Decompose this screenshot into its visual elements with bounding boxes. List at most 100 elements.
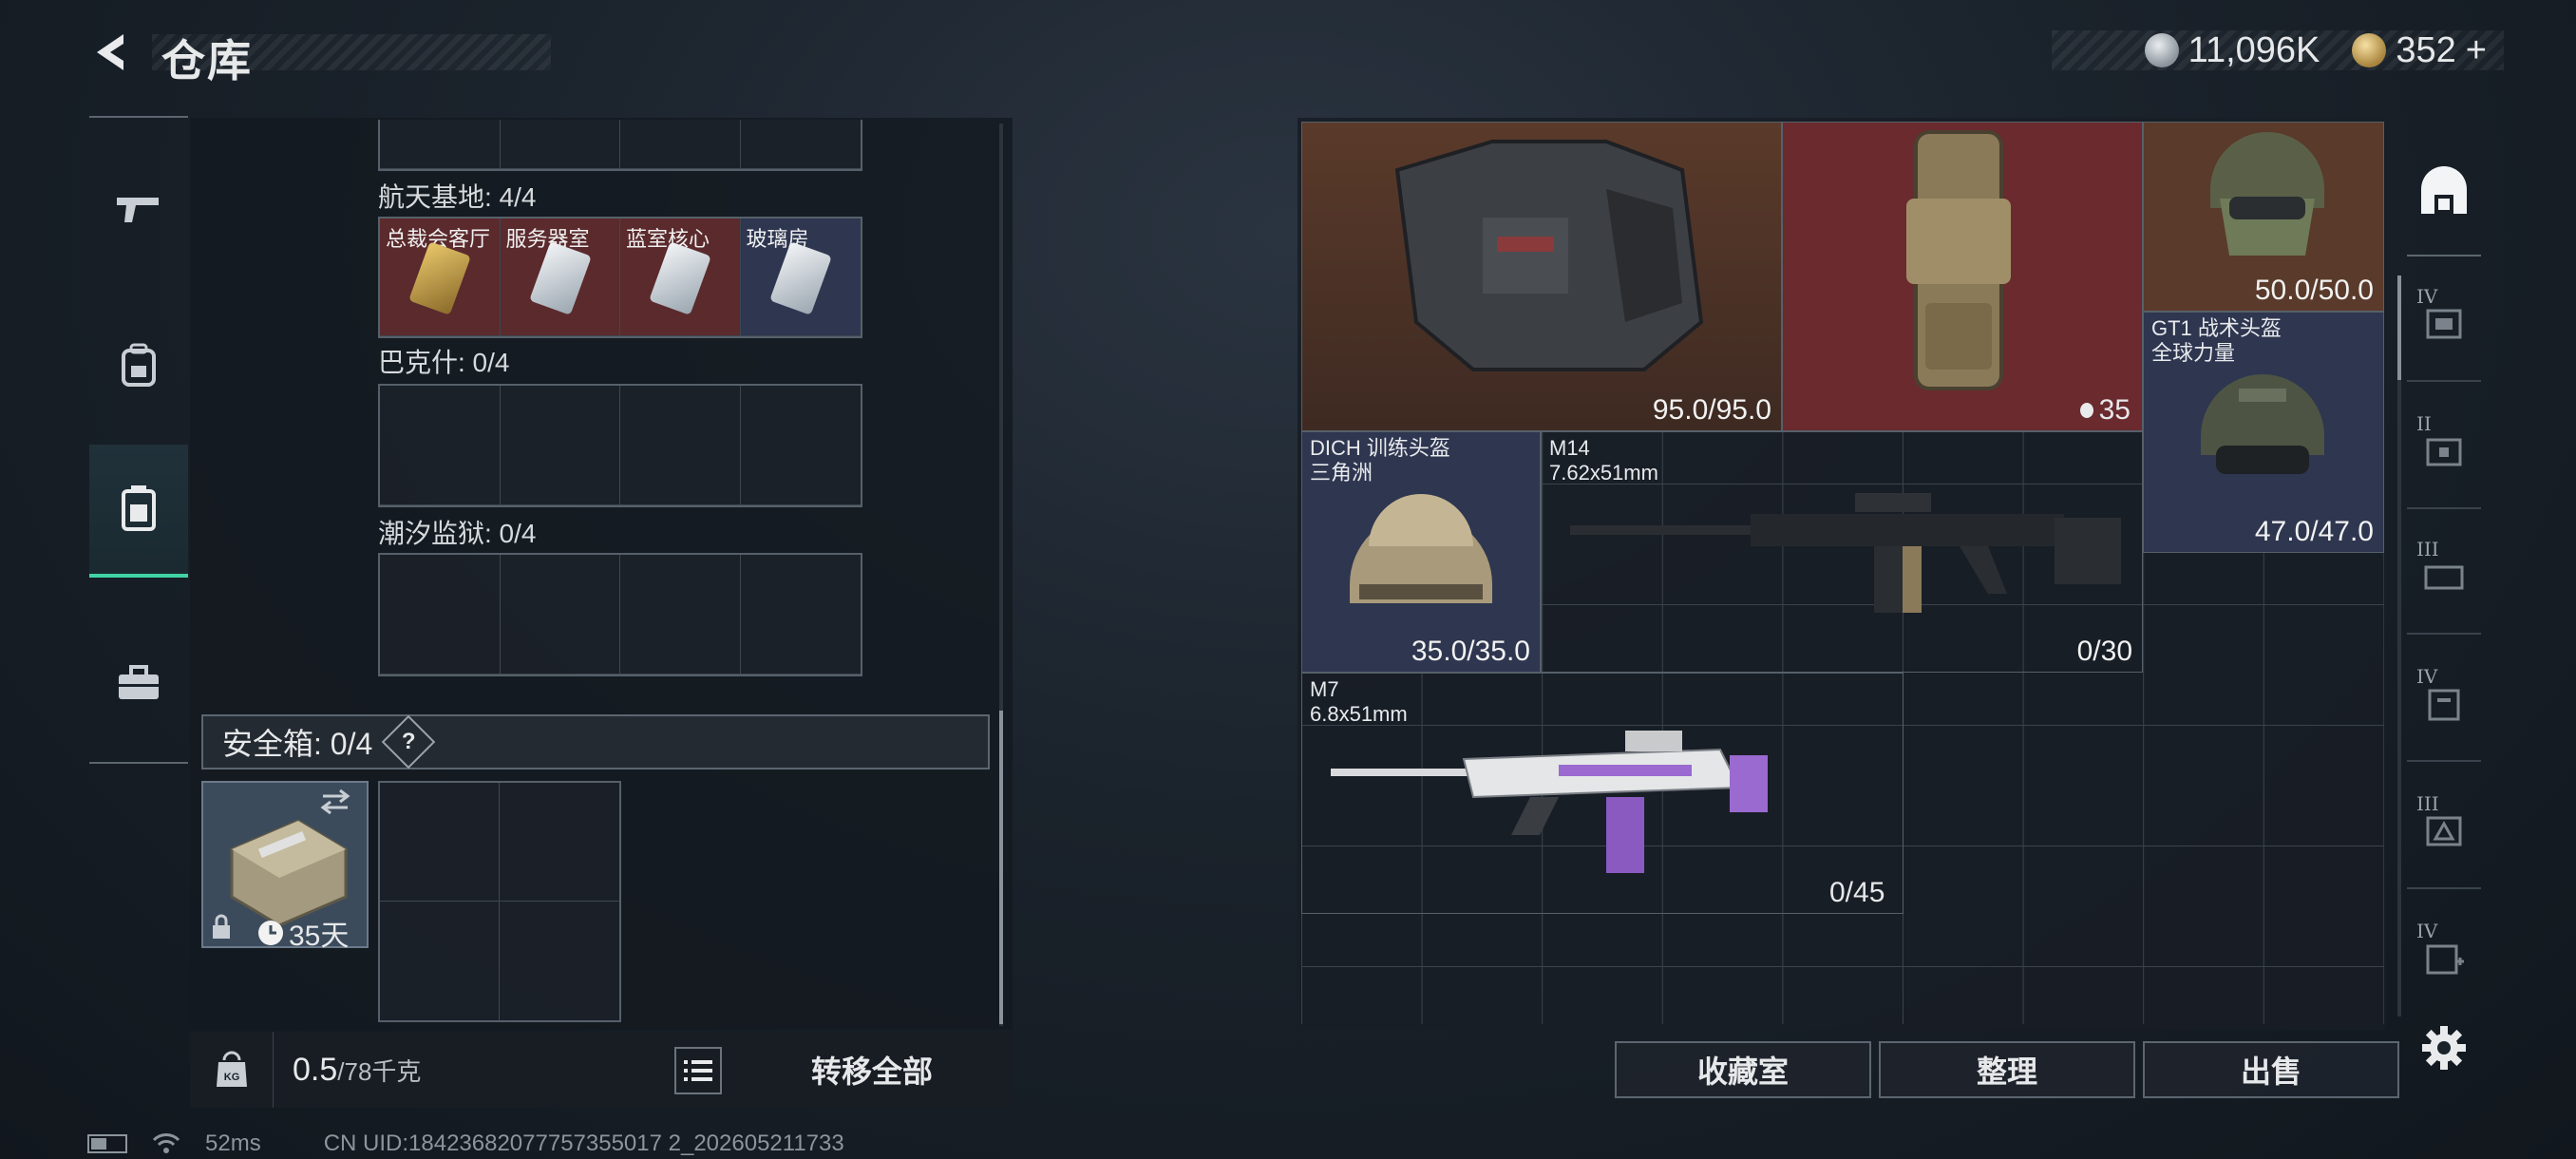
- helmet-item[interactable]: 50.0/50.0: [2143, 122, 2384, 312]
- tab-weapons[interactable]: [89, 158, 188, 262]
- rental-timer: 35天: [256, 912, 349, 954]
- collection-room-button[interactable]: 收藏室: [1615, 1041, 1871, 1098]
- weapon-icon: [117, 198, 159, 222]
- m7-rifle-item[interactable]: M7 6.8x51mm 0/45: [1301, 673, 1904, 914]
- help-button[interactable]: ?: [381, 714, 436, 770]
- secure-box-label: 安全箱: 0/4: [222, 727, 373, 761]
- helmet-icon: [2210, 132, 2324, 256]
- gear-slot-icon: [2426, 944, 2464, 975]
- transfer-all-button[interactable]: 转移全部: [737, 1039, 1007, 1100]
- keycard-slot[interactable]: 蓝室核心: [620, 218, 741, 336]
- stash-scrollbar-thumb[interactable]: [999, 711, 1003, 1024]
- stash-footer: KG 0.5/78千克 转移全部: [190, 1032, 1013, 1108]
- rifle-icon: [1331, 731, 1768, 873]
- tab-slot-5[interactable]: III: [2407, 775, 2481, 889]
- empty-slot[interactable]: [380, 902, 500, 1020]
- tab-backpack[interactable]: [89, 314, 188, 418]
- partial-grid: [378, 120, 862, 171]
- toolbox-icon: [119, 665, 159, 699]
- clock-icon: [258, 921, 283, 945]
- item-count: 35: [2079, 394, 2131, 427]
- section-label: 潮汐监狱: 0/4: [378, 519, 537, 548]
- tab-slot-4[interactable]: IV: [2407, 648, 2481, 762]
- gear-slot-icon: [2426, 816, 2462, 846]
- empty-slot[interactable]: [500, 902, 619, 1020]
- secure-case-item[interactable]: 35天: [201, 781, 369, 952]
- equipment-slot-tabs: IV II III IV III IV: [2407, 127, 2481, 1001]
- currency-bar: 11,096K 352 +: [2052, 30, 2504, 70]
- capacity-icon: [2079, 403, 2093, 418]
- helmet-icon: [1350, 494, 1492, 603]
- keycard-grid: [378, 384, 862, 507]
- back-arrow-icon[interactable]: [87, 28, 135, 76]
- category-tabs: [89, 116, 188, 764]
- secure-box-grid: [378, 781, 621, 1022]
- gt1-helmet-item[interactable]: GT1 战术头盔 全球力量 47.0/47.0: [2143, 312, 2384, 553]
- inventory-scrollbar-thumb[interactable]: [2397, 276, 2401, 380]
- settings-icon[interactable]: [2420, 1024, 2468, 1072]
- tab-chest-rig[interactable]: [89, 445, 188, 578]
- list-view-button[interactable]: [674, 1047, 722, 1094]
- empty-slot[interactable]: [500, 386, 620, 505]
- dich-helmet-item[interactable]: DICH 训练头盔 三角洲 35.0/35.0: [1301, 431, 1541, 673]
- tab-slot-3[interactable]: III: [2407, 521, 2481, 635]
- item-name: M14 7.62x51mm: [1549, 436, 1658, 484]
- keycard-slot[interactable]: 玻璃房: [740, 218, 861, 336]
- ammo-count: 0/45: [1829, 877, 1885, 908]
- empty-slot[interactable]: [500, 783, 619, 902]
- sort-button[interactable]: 整理: [1879, 1041, 2135, 1098]
- item-durability: 95.0/95.0: [1652, 394, 1771, 426]
- item-durability: 47.0/47.0: [2254, 516, 2374, 547]
- status-line: 52ms CN UID:18423682077757355017 2_20260…: [87, 1130, 844, 1157]
- section-label: 航天基地: 4/4: [378, 182, 537, 212]
- gear-slot-icon: [2426, 438, 2462, 466]
- secure-box-header: 安全箱: 0/4 ?: [201, 714, 990, 770]
- tab-slot-6[interactable]: IV: [2407, 902, 2481, 1016]
- lock-icon: [213, 914, 230, 939]
- empty-slot[interactable]: [380, 386, 501, 505]
- m14-rifle-item[interactable]: M14 7.62x51mm 0/30: [1541, 431, 2143, 673]
- keycard-slot[interactable]: 总裁会客厅: [380, 218, 501, 336]
- empty-slot[interactable]: [380, 783, 500, 902]
- gear-slot-icon: [2424, 565, 2464, 590]
- gold-amount: 352: [2396, 29, 2456, 70]
- weight-current: 0.5: [293, 1051, 338, 1088]
- item-durability: 35.0/35.0: [1411, 636, 1530, 667]
- add-gold-button[interactable]: +: [2466, 30, 2487, 71]
- item-durability: 50.0/50.0: [2254, 275, 2374, 306]
- tab-slot-armor[interactable]: IV: [2407, 268, 2481, 382]
- chest-rig-icon: [122, 485, 156, 531]
- gear-slot-icon: [2426, 309, 2462, 339]
- gold-coin-icon: [2352, 33, 2387, 67]
- item-name: DICH 训练头盔 三角洲: [1310, 436, 1450, 484]
- keycard-slot[interactable]: 服务器室: [500, 218, 620, 336]
- inventory-scrollbar[interactable]: [2397, 276, 2401, 1016]
- empty-slot[interactable]: [740, 555, 861, 674]
- tab-slot-2[interactable]: II: [2407, 395, 2481, 509]
- armor-vest-icon: [1394, 140, 1704, 371]
- empty-slot[interactable]: [620, 555, 741, 674]
- keycard-grid: 总裁会客厅 服务器室 蓝室核心 玻璃房: [378, 217, 862, 338]
- list-icon: [684, 1060, 712, 1081]
- sell-button[interactable]: 出售: [2143, 1041, 2399, 1098]
- tab-all-equipment[interactable]: [2407, 127, 2481, 256]
- armor-vest-item[interactable]: 95.0/95.0: [1301, 122, 1782, 431]
- silver-coin-icon: [2144, 33, 2179, 67]
- gear-slot-icon: [2428, 689, 2460, 721]
- weight-readout: 0.5/78千克: [293, 1052, 421, 1089]
- empty-slot[interactable]: [380, 555, 501, 674]
- empty-slot[interactable]: [500, 555, 620, 674]
- keycard-grid: [378, 553, 862, 676]
- backpack-icon: [122, 343, 156, 387]
- rifle-icon: [1570, 493, 2121, 613]
- helmet-icon: [2201, 374, 2324, 474]
- wifi-icon: [152, 1133, 180, 1153]
- empty-slot[interactable]: [740, 386, 861, 505]
- page-title: 仓库: [161, 36, 253, 86]
- ammo-count: 0/30: [2076, 636, 2132, 667]
- uid-readout: CN UID:18423682077757355017 2_2026052117…: [323, 1130, 844, 1156]
- empty-slot[interactable]: [620, 386, 741, 505]
- tab-toolbox[interactable]: [89, 631, 188, 735]
- ping-readout: 52ms: [205, 1130, 261, 1156]
- backpack-item[interactable]: 35: [1782, 122, 2143, 431]
